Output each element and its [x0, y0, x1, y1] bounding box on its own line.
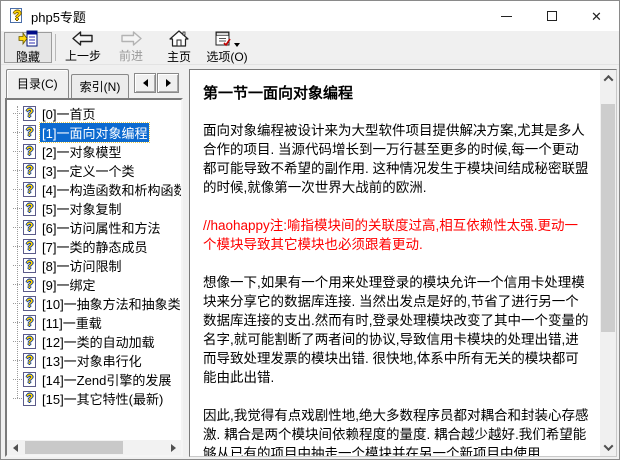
topic-paragraph: 因此,我觉得有点戏剧性地,绝大多数程序员都对耦合和封装心存感激. 耦合是两个模块… — [203, 406, 590, 456]
tab-index[interactable]: 索引(N) — [71, 74, 130, 98]
topic-heading: 第一节一面向对象编程 — [203, 84, 590, 103]
maximize-icon — [547, 11, 557, 21]
options-icon — [214, 31, 240, 47]
help-book-icon: ? — [9, 8, 25, 24]
help-topic-icon — [23, 182, 36, 197]
tree-item[interactable]: [7]一类的静态成员 — [7, 237, 181, 256]
right-triangle-icon — [166, 79, 171, 87]
hide-button[interactable]: 隐藏 — [4, 32, 52, 63]
options-menu-caret-icon — [234, 43, 240, 47]
main-area: 目录(C) 索引(N) [0]一首页 [1]一面向对象编程 [2]一对象模型 [… — [1, 65, 619, 459]
help-topic-icon — [23, 220, 36, 235]
topic-content: 第一节一面向对象编程 面向对象编程被设计来为大型软件项目提供解决方案,尤其是多人… — [190, 70, 600, 456]
home-button-label: 主页 — [167, 48, 191, 65]
options-button-label: 选项(O) — [206, 48, 247, 65]
topic-pane: 第一节一面向对象编程 面向对象编程被设计来为大型软件项目提供解决方案,尤其是多人… — [189, 69, 617, 457]
tab-contents[interactable]: 目录(C) — [6, 69, 69, 98]
nav-tabstrip: 目录(C) 索引(N) — [5, 69, 183, 98]
forward-arrow-icon — [120, 31, 142, 46]
help-topic-icon — [23, 163, 36, 178]
help-topic-icon — [23, 391, 36, 406]
topic-paragraph: 面向对象编程被设计来为大型软件项目提供解决方案,尤其是多人合作的项目. 当源代码… — [203, 121, 590, 197]
scrollbar-thumb[interactable] — [601, 104, 615, 332]
navigation-pane: 目录(C) 索引(N) [0]一首页 [1]一面向对象编程 [2]一对象模型 [… — [5, 69, 183, 457]
help-viewer-window: ? php5专题 ✕ 隐藏 — [0, 0, 620, 460]
left-triangle-icon — [143, 79, 148, 87]
scroll-right-arrow-icon[interactable] — [165, 440, 181, 455]
tree-item[interactable]: [8]一访问限制 — [7, 256, 181, 275]
maximize-button[interactable] — [529, 1, 574, 31]
forward-button[interactable]: 前进 — [107, 32, 155, 63]
minimize-button[interactable] — [484, 1, 529, 31]
tab-scroll-arrows — [134, 73, 179, 93]
home-button[interactable]: 主页 — [155, 32, 203, 63]
help-topic-icon — [23, 106, 36, 121]
tree-item[interactable]: [2]一对象模型 — [7, 142, 181, 161]
tree-horizontal-scrollbar[interactable] — [7, 440, 181, 455]
help-topic-icon — [23, 144, 36, 159]
help-topic-icon — [23, 372, 36, 387]
help-topic-icon — [23, 201, 36, 216]
tree-item-selected[interactable]: [1]一面向对象编程 — [7, 123, 181, 142]
help-topic-icon — [23, 315, 36, 330]
close-icon: ✕ — [591, 10, 602, 23]
tree-item[interactable]: [0]一首页 — [7, 104, 181, 123]
back-arrow-icon — [72, 31, 94, 46]
scrollbar-track[interactable] — [23, 440, 165, 455]
scroll-up-arrow-icon[interactable] — [600, 70, 616, 87]
help-topic-icon — [23, 296, 36, 311]
tree-item[interactable]: [5]一对象复制 — [7, 199, 181, 218]
hide-button-label: 隐藏 — [16, 48, 40, 65]
tree-item[interactable]: [14]一Zend引擎的发展 — [7, 370, 181, 389]
help-topic-icon — [23, 125, 36, 140]
tree-item[interactable]: [13]一对象串行化 — [7, 351, 181, 370]
minimize-icon — [501, 16, 512, 17]
scrollbar-thumb[interactable] — [25, 441, 123, 454]
help-topic-icon — [23, 258, 36, 273]
topic-note-paragraph: //haohappy注:喻指模块间的关联度过高,相互依赖性太强.更动一个模块导致… — [203, 216, 590, 254]
toolbar: 隐藏 上一步 前进 — [1, 31, 619, 65]
scroll-down-arrow-icon[interactable] — [600, 439, 616, 456]
tree-item[interactable]: [12]一类的自动加载 — [7, 332, 181, 351]
toolbar-separator — [55, 34, 56, 61]
scroll-left-arrow-icon[interactable] — [7, 440, 23, 455]
tree-item[interactable]: [4]一构造函数和析构函数 — [7, 180, 181, 199]
tab-scroll-right-button[interactable] — [157, 73, 179, 93]
tree-item[interactable]: [10]一抽象方法和抽象类 — [7, 294, 181, 313]
forward-button-label: 前进 — [119, 47, 143, 64]
tree-item[interactable]: [15]一其它特性(最新) — [7, 389, 181, 408]
contents-tree: [0]一首页 [1]一面向对象编程 [2]一对象模型 [3]一定义一个类 [4]… — [5, 98, 183, 457]
tree-item[interactable]: [6]一访问属性和方法 — [7, 218, 181, 237]
options-button[interactable]: 选项(O) — [203, 32, 251, 63]
window-title: php5专题 — [31, 7, 86, 26]
help-topic-icon — [23, 353, 36, 368]
home-icon — [169, 31, 189, 47]
content-vertical-scrollbar[interactable] — [600, 70, 616, 456]
titlebar: ? php5专题 ✕ — [1, 1, 619, 31]
topic-paragraph: 想像一下,如果有一个用来处理登录的模块允许一个信用卡处理模块来分享它的数据库连接… — [203, 273, 590, 387]
tree-item[interactable]: [11]一重载 — [7, 313, 181, 332]
help-topic-icon — [23, 277, 36, 292]
help-topic-icon — [23, 334, 36, 349]
hide-pane-icon — [18, 31, 38, 47]
help-topic-icon — [23, 239, 36, 254]
tab-scroll-left-button[interactable] — [134, 73, 156, 93]
tree-item[interactable]: [9]一绑定 — [7, 275, 181, 294]
back-button-label: 上一步 — [65, 47, 101, 64]
back-button[interactable]: 上一步 — [59, 32, 107, 63]
tree-item[interactable]: [3]一定义一个类 — [7, 161, 181, 180]
close-button[interactable]: ✕ — [574, 1, 619, 31]
